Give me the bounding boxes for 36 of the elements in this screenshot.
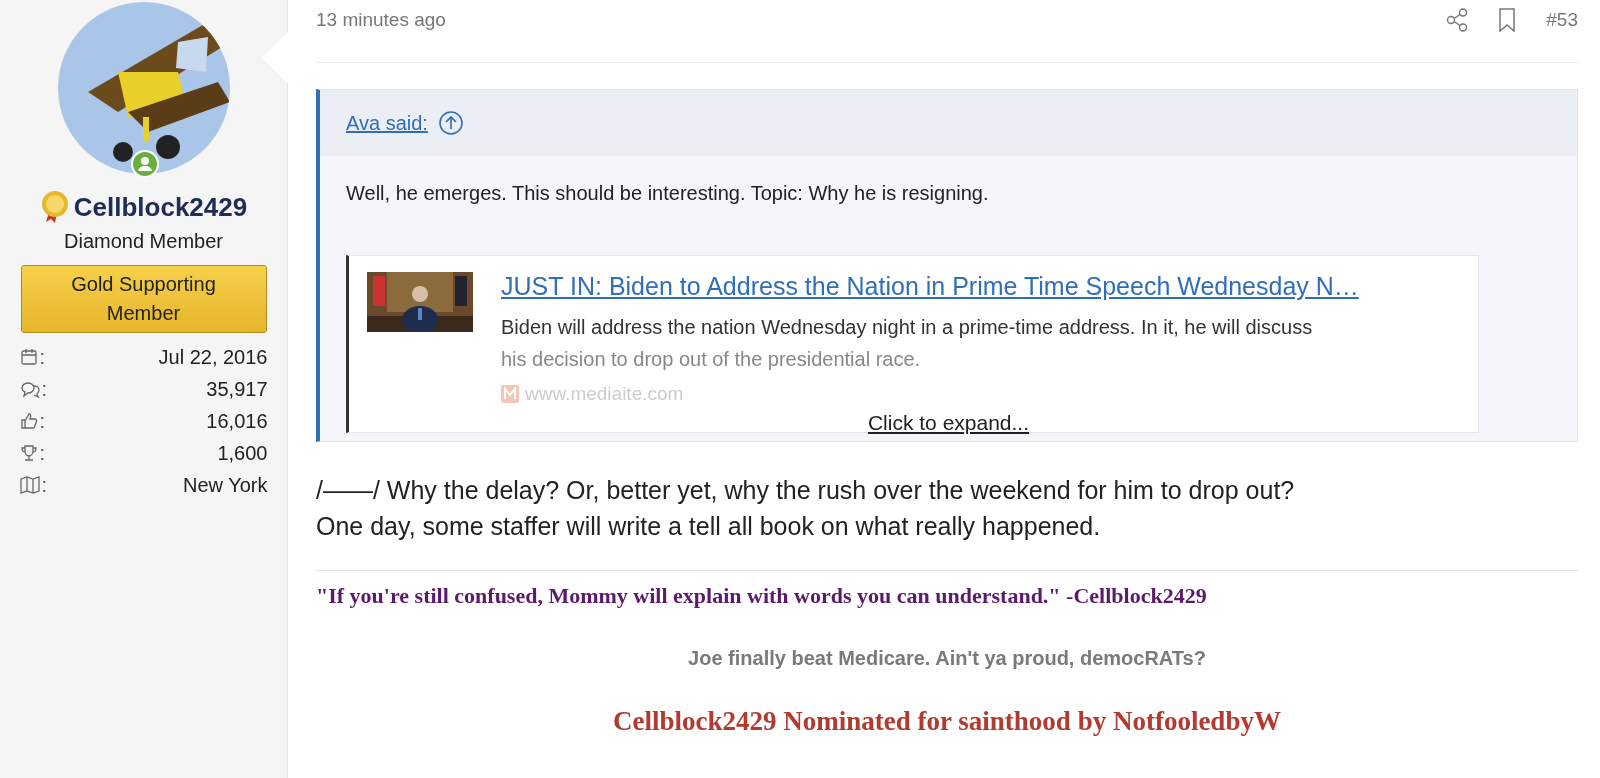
trophy-icon [19,444,38,462]
username[interactable]: Cellblock2429 [73,191,248,223]
stat-value: 16,016 [206,409,268,433]
colon: : [39,441,46,465]
preview-summary: his decision to drop out of the presidential race. [501,347,922,372]
preview-summary: Biden will address the nation Wednesday night in a prime-time address. In it, he will discuss [501,315,1314,340]
share-icon[interactable] [1446,8,1469,32]
expand-link[interactable]: Click to expand... [867,411,1030,434]
signature-text: Joe finally beat Medicare. Ain't ya proud, democRATs? [687,647,1207,670]
colon: : [41,473,48,497]
user-title: Diamond Member [64,230,223,253]
stat-value: Jul 22, 2016 [158,345,268,369]
stat-value: 35,917 [206,377,268,401]
speech-bubbles-icon [19,380,40,398]
stat-value: New York [183,473,268,497]
colon: : [39,409,46,433]
thumbs-up-icon [19,412,38,430]
preview-title-link[interactable]: JUST IN: Biden to Address the Nation in Prime Time Speech Wednesday N… [501,272,1359,301]
quote-text: Well, he emerges. This should be interesting. Topic: Why he is resigning. [345,181,990,205]
post-text: /——/ Why the delay? Or, better yet, why the rush over the weekend for him to drop out? [316,475,1296,506]
post-text: One day, some staffer will write a tell all book on what really happened. [316,511,1102,542]
signature-text: "If you're still confused, Mommy will explain with words you can understand." -Cellblock2429 [316,583,1208,609]
colon: : [39,345,46,369]
map-icon [19,476,40,494]
post-time[interactable]: 13 minutes ago [316,9,446,31]
colon: : [41,377,48,401]
medal-icon [39,190,70,224]
quote-author-link[interactable]: Ava said: [346,111,428,135]
signature-text: Cellblock2429 Nominated for sainthood by NotfooledbyW [612,706,1282,737]
site-favicon-icon [501,385,519,403]
stat-value: 1,600 [217,441,268,465]
link-preview-card[interactable] [346,255,1479,433]
user-banner: Gold Supporting Member [20,265,267,333]
calendar-icon [19,348,38,366]
bookmark-icon[interactable] [1498,8,1517,32]
post-number[interactable]: #53 [1546,9,1578,31]
